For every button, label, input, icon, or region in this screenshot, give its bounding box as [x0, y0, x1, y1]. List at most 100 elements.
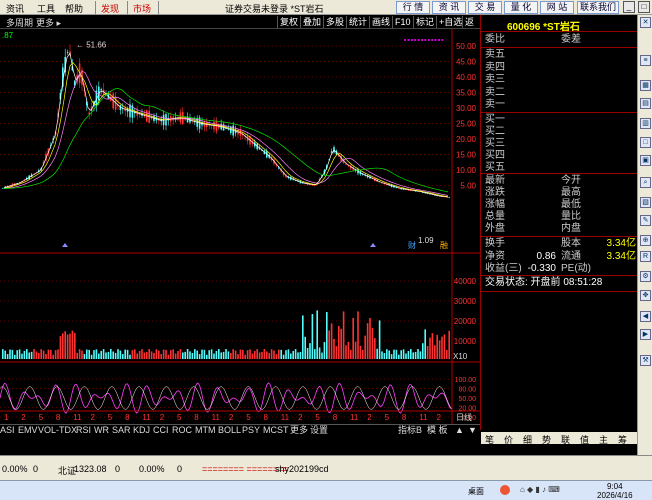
kline-chart[interactable]: 50.0045.0040.0035.0030.0025.0020.0015.00… [0, 29, 480, 424]
quant-button[interactable]: 量 化 [504, 1, 538, 14]
multi-period-button[interactable]: 多周期 [6, 16, 33, 29]
tab-emv[interactable]: EMV [18, 425, 38, 436]
tab-cci[interactable]: CCI [153, 425, 169, 436]
tab-kdj[interactable]: KDJ [133, 425, 150, 436]
back-button[interactable]: 返回 [462, 16, 480, 39]
status-dot [417, 39, 420, 41]
price-tick-label: 10.00 [456, 166, 477, 175]
tab-boll[interactable]: BOLL [218, 425, 241, 436]
website-button[interactable]: 网 站 [540, 1, 574, 14]
menu-item-info[interactable]: 资讯 [6, 2, 24, 15]
menu-item-tools[interactable]: 工具 [37, 2, 55, 15]
tab-more[interactable]: 更多 [290, 425, 308, 436]
tab-psy[interactable]: PSY [242, 425, 260, 436]
template-button[interactable]: 模 板 [427, 425, 448, 436]
volume-bar [162, 349, 165, 359]
tab-trend[interactable]: 势 [542, 433, 551, 446]
tab-mcst[interactable]: MCST [263, 425, 289, 436]
window-title: 证券交易未登录 *ST岩石 [225, 4, 324, 14]
statistics-button[interactable]: 统计 [346, 16, 369, 28]
kline-chart-area[interactable]: 50.00 45.00 40.00 35.00 30.00 25.00 20.00 15.00… [0, 29, 480, 424]
volume-bar [174, 353, 177, 359]
volume-bar [83, 354, 86, 359]
volume-bar [21, 353, 23, 359]
move-icon[interactable]: ✥ [640, 290, 651, 301]
arrow-left-icon[interactable]: ◀ [640, 311, 651, 322]
volume-bar [326, 312, 328, 359]
volume-bar [88, 349, 90, 359]
menu-item-help[interactable]: 帮助 [65, 2, 83, 15]
volume-bar [414, 351, 417, 359]
tab-mtm[interactable]: MTM [195, 425, 216, 436]
rsi-icon[interactable]: R [640, 251, 651, 262]
adjust-button[interactable]: 复权 [277, 16, 300, 28]
app-icon[interactable] [500, 485, 510, 495]
volume-bar [390, 354, 393, 359]
volume-bar [138, 350, 141, 359]
close-icon[interactable]: ✕ [640, 17, 651, 28]
menu-item-discover[interactable]: 发现 [101, 2, 119, 15]
f10-button[interactable]: F10 [392, 16, 413, 28]
volume-bar [376, 348, 378, 359]
tab-vol-tdx[interactable]: VOL-TDX [38, 425, 77, 436]
window-control-icon[interactable]: □ [638, 1, 650, 13]
list-icon[interactable]: ≡ [640, 55, 651, 66]
tab-related[interactable]: 联 [561, 433, 570, 446]
multi-stock-button[interactable]: 多股 [323, 16, 346, 28]
volume-bar [441, 336, 443, 359]
scroll-up-icon[interactable]: ▲ [455, 425, 464, 436]
desktop-label[interactable]: 桌面 [468, 486, 484, 497]
add-favorite-button[interactable]: +自选 [436, 16, 464, 28]
tab-ticks[interactable]: 笔 [485, 433, 494, 446]
window-icon[interactable]: ▣ [640, 155, 651, 166]
contact-us-button[interactable]: 联系我们 [577, 1, 619, 14]
search-icon[interactable]: ⌕ [640, 177, 651, 188]
moving-average-line [3, 70, 449, 196]
tool-icon[interactable]: ⚒ [640, 355, 651, 366]
tab-wr[interactable]: WR [94, 425, 109, 436]
tab-chips[interactable]: 筹 [618, 433, 627, 446]
tab-roc[interactable]: ROC [172, 425, 192, 436]
tab-main[interactable]: 主 [599, 433, 608, 446]
volume-bar [429, 337, 431, 359]
volume-bar [246, 350, 249, 359]
arrow-right-icon[interactable]: ▶ [640, 329, 651, 340]
volume-bar [215, 350, 218, 359]
scroll-down-icon[interactable]: ▼ [468, 425, 477, 436]
tab-value[interactable]: 值 [580, 433, 589, 446]
news-button[interactable]: 资 讯 [432, 1, 466, 14]
tray-icons[interactable]: ⌂ ◆ ▮ ♪ ⌨ [520, 485, 580, 495]
divider [481, 291, 638, 292]
clock-date: 2026/4/16 [597, 491, 633, 500]
status-index-volume: 0 [177, 464, 183, 474]
tab-rsi[interactable]: RSI [76, 425, 91, 436]
overlay-button[interactable]: 叠加 [300, 16, 323, 28]
tab-asi[interactable]: ASI [0, 425, 15, 436]
zoom-icon[interactable]: ⊕ [640, 235, 651, 246]
chart-icon[interactable]: ▤ [640, 98, 651, 109]
draw-line-button[interactable]: 画线 [369, 16, 392, 28]
tab-price[interactable]: 价 [504, 433, 513, 446]
pencil-icon[interactable]: ✎ [640, 215, 651, 226]
event-marker [370, 243, 376, 247]
layout-icon[interactable]: ▧ [640, 197, 651, 208]
stat-label: 涨幅 [485, 199, 505, 210]
tab-detail[interactable]: 细 [523, 433, 532, 446]
mark-button[interactable]: 标记 [413, 16, 436, 28]
panel-icon[interactable]: □ [640, 137, 651, 148]
menu-item-market[interactable]: 市场 [133, 2, 151, 15]
volume-bar [400, 350, 402, 359]
tab-sar[interactable]: SAR [112, 425, 131, 436]
kline-icon[interactable]: ▥ [640, 118, 651, 129]
volume-bar [35, 351, 38, 359]
low-price-label: 1.09 [418, 236, 434, 245]
tab-settings[interactable]: 设置 [310, 425, 328, 436]
indicator-b-button[interactable]: 指标B [398, 425, 422, 436]
more-button[interactable]: 更多 ▸ [36, 16, 61, 29]
quote-button[interactable]: 行 情 [396, 1, 430, 14]
trade-button[interactable]: 交 易 [468, 1, 502, 14]
minimize-icon[interactable]: _ [623, 1, 635, 13]
volume-bar [436, 334, 438, 359]
settings-icon[interactable]: ⚙ [640, 271, 651, 282]
grid-icon[interactable]: ▦ [640, 80, 651, 91]
